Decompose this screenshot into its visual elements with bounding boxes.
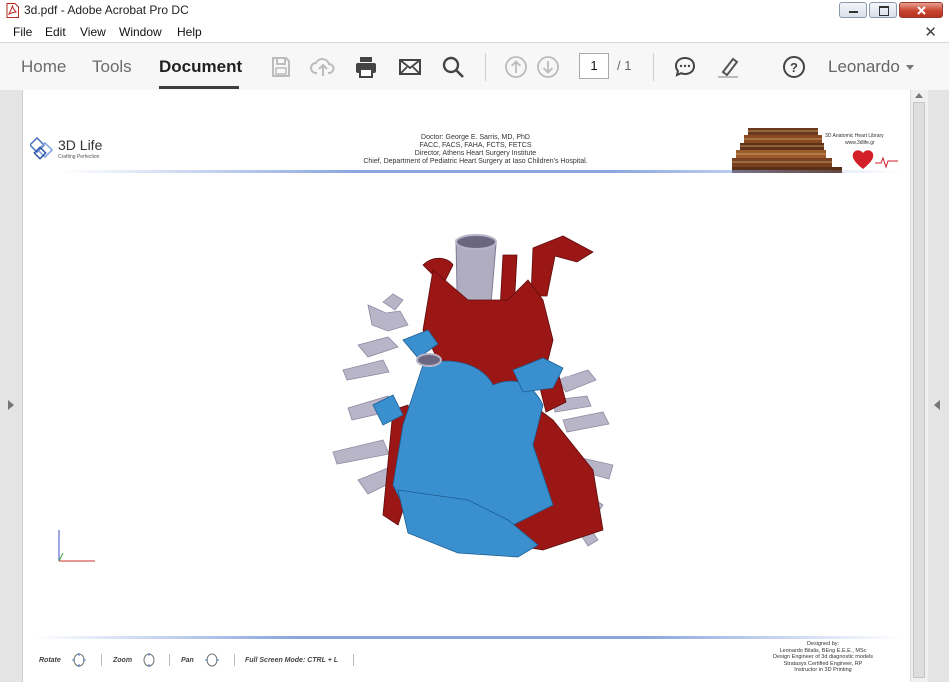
email-icon[interactable]: [397, 54, 423, 80]
library-title: 3D Anatomic Heart Library: [825, 133, 884, 139]
menu-help[interactable]: Help: [177, 25, 202, 39]
main-toolbar: Home Tools Document 1 / 1 ? Leonardo: [0, 43, 949, 91]
tab-document[interactable]: Document: [159, 57, 242, 77]
3d-heart-model[interactable]: [323, 230, 623, 575]
page-total: / 1: [617, 58, 632, 73]
comment-icon[interactable]: [672, 54, 698, 80]
logo-tagline: Crafting Perfection: [58, 154, 100, 160]
footer-divider: [33, 636, 903, 639]
page-number-input[interactable]: 1: [579, 53, 609, 79]
axes-triad-icon: [58, 530, 95, 562]
doctor-info-line: Chief, Department of Pediatric Heart Sur…: [363, 158, 588, 165]
designer-credits: Designed by: Leonardo Bilalis, BEng E.E.…: [743, 641, 903, 674]
logo-text: 3D Life: [58, 137, 103, 153]
menu-edit[interactable]: Edit: [45, 25, 66, 39]
svg-text:?: ?: [790, 60, 798, 75]
expand-left-icon: [934, 400, 940, 410]
heart-logo-icon: [852, 150, 898, 169]
menu-bar: File Edit View Window Help ✕: [0, 22, 949, 43]
maximize-button[interactable]: [869, 2, 897, 18]
fullscreen-shortcut: Full Screen Mode: CTRL + L: [245, 657, 339, 664]
tab-tools[interactable]: Tools: [92, 57, 132, 77]
3d-life-logo-icon: [30, 136, 54, 160]
pdf-file-icon: [6, 3, 19, 18]
active-tab-indicator: [159, 86, 239, 89]
pan-control-icon[interactable]: [204, 652, 220, 668]
user-menu[interactable]: Leonardo: [828, 57, 900, 77]
close-icon: [917, 6, 926, 15]
window-close-button[interactable]: [899, 2, 943, 18]
credit-line: Instructor in 3D Printing: [794, 667, 852, 673]
save-icon[interactable]: [268, 54, 294, 80]
menu-file[interactable]: File: [13, 25, 32, 39]
print-icon[interactable]: [353, 54, 379, 80]
doctor-info-line: Director, Athens Heart Surgery Institute: [414, 150, 537, 157]
close-document-icon[interactable]: ✕: [924, 23, 937, 41]
help-icon[interactable]: ?: [781, 54, 807, 80]
doctor-info-line: Doctor: George E. Sarris, MD, PhD: [421, 134, 530, 141]
title-bar: 3d.pdf - Adobe Acrobat Pro DC: [0, 0, 949, 23]
pdf-page: 3D Life Crafting Perfection Doctor: Geor…: [23, 90, 910, 682]
scrollbar-thumb[interactable]: [913, 102, 925, 678]
right-pane-toggle[interactable]: [928, 90, 949, 682]
pan-label: Pan: [181, 657, 194, 664]
next-page-icon[interactable]: [535, 54, 561, 80]
window-title: 3d.pdf - Adobe Acrobat Pro DC: [24, 3, 189, 17]
chevron-down-icon[interactable]: [906, 65, 914, 70]
tab-home[interactable]: Home: [21, 57, 66, 77]
rotate-control-icon[interactable]: [71, 652, 87, 668]
zoom-control-icon[interactable]: [141, 652, 157, 668]
menu-window[interactable]: Window: [119, 25, 162, 39]
menu-view[interactable]: View: [80, 25, 106, 39]
previous-page-icon[interactable]: [503, 54, 529, 80]
scroll-up-icon[interactable]: [915, 93, 923, 98]
minimize-button[interactable]: [839, 2, 867, 18]
expand-right-icon: [8, 400, 14, 410]
rotate-label: Rotate: [39, 657, 61, 664]
doctor-info: Doctor: George E. Sarris, MD, PhD FACC, …: [348, 134, 603, 166]
cloud-upload-icon[interactable]: [310, 54, 336, 80]
vertical-scrollbar[interactable]: [910, 90, 928, 682]
highlight-pen-icon[interactable]: [715, 54, 741, 80]
zoom-label: Zoom: [113, 657, 133, 664]
left-pane-toggle[interactable]: [0, 90, 23, 682]
doctor-info-line: FACC, FACS, FAHA, FCTS, FETCS: [419, 142, 532, 149]
search-icon[interactable]: [440, 54, 466, 80]
header-divider: [61, 170, 901, 173]
